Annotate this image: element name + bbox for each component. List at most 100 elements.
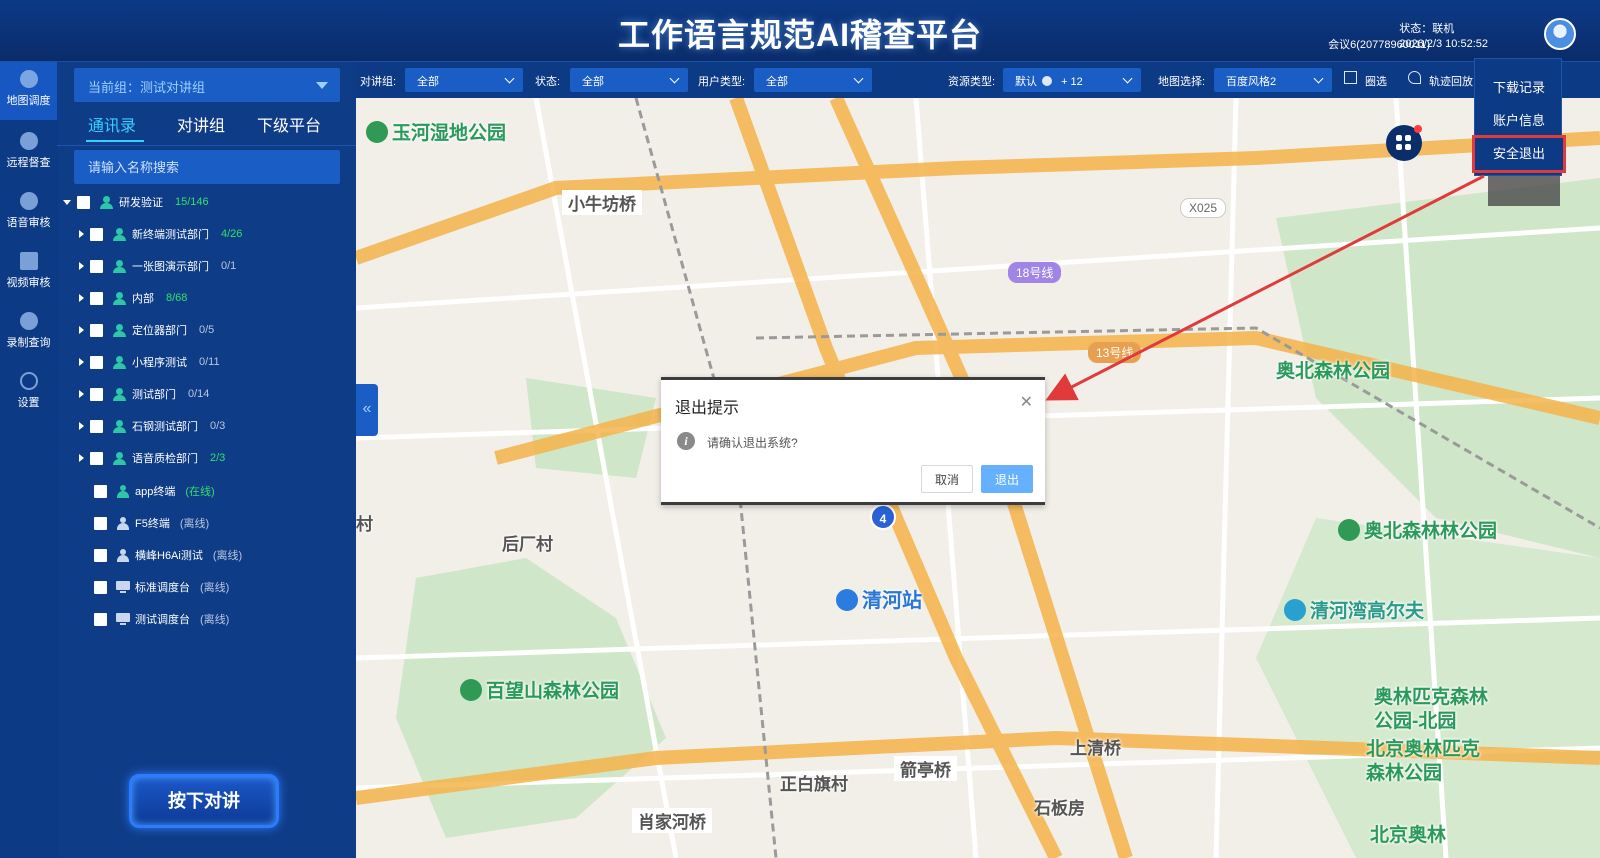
caret-right-icon[interactable] (79, 358, 84, 366)
caret-right-icon[interactable] (79, 422, 84, 430)
sidebar-tabs: 通讯录 对讲组 下级平台 (74, 108, 356, 144)
tree-group[interactable]: 新终端测试部门 4/26 (79, 224, 242, 244)
track-playback-icon[interactable] (1408, 71, 1421, 84)
nav-remote-inspect[interactable]: 远程督查 (0, 128, 57, 180)
checkbox[interactable] (90, 227, 103, 241)
mapstyle-filter-select[interactable]: 百度风格2 (1214, 68, 1332, 92)
account-dropdown-menu: 下载记录 账户信息 安全退出 (1472, 58, 1566, 176)
tree-group[interactable]: 语音质检部门 2/3 (79, 448, 225, 468)
tree-user[interactable]: F5终端 (离线) (94, 513, 209, 533)
tree-group[interactable]: 定位器部门 0/5 (79, 320, 214, 340)
divider (57, 145, 356, 146)
mapstyle-filter-label: 地图选择: (1158, 76, 1206, 88)
caret-right-icon[interactable] (79, 230, 84, 238)
logout-confirm-dialog: 退出提示 ✕ i 请确认退出系统? 取消 退出 (661, 377, 1045, 505)
caret-right-icon[interactable] (79, 326, 84, 334)
checkbox[interactable] (90, 355, 103, 369)
talkgroup-filter-select[interactable]: 全部 (405, 68, 523, 92)
status-filter-select[interactable]: 全部 (570, 68, 688, 92)
contacts-sidebar: 当前组：测试对讲组 通讯录 对讲组 下级平台 研发验证 15/146 新终端测试… (57, 62, 356, 858)
checkbox[interactable] (90, 451, 103, 465)
dispatch-console-icon (116, 612, 130, 626)
checkbox[interactable] (77, 195, 90, 209)
confirm-logout-button[interactable]: 退出 (981, 465, 1033, 493)
resource-filter-select[interactable]: 默认 + 12 (1003, 68, 1141, 92)
caret-right-icon[interactable] (79, 262, 84, 270)
close-icon[interactable]: ✕ (1020, 392, 1033, 412)
group-icon (112, 227, 128, 241)
push-to-talk-button[interactable]: 按下对讲 (129, 774, 279, 828)
menu-account-info[interactable]: 账户信息 (1475, 110, 1563, 129)
talkgroup-filter-label: 对讲组: (360, 76, 397, 88)
nav-label: 远程督查 (6, 157, 51, 169)
chevron-down-icon (1122, 73, 1133, 84)
menu-download-records[interactable]: 下载记录 (1475, 77, 1563, 96)
cancel-button[interactable]: 取消 (921, 465, 973, 493)
collapse-sidebar-button[interactable]: « (356, 384, 378, 436)
group-icon (112, 323, 128, 337)
menu-safe-logout[interactable]: 安全退出 (1472, 135, 1566, 173)
map-label-text: 清河站 (862, 590, 922, 612)
group-name: 一张图演示部门 (132, 261, 209, 273)
group-icon (99, 195, 115, 209)
tree-user[interactable]: app终端 (在线) (94, 481, 215, 501)
track-playback-link[interactable]: 轨迹回放 (1429, 73, 1473, 89)
group-name: 语音质检部门 (132, 453, 198, 465)
tree-user[interactable]: 测试调度台 (离线) (94, 609, 229, 629)
checkbox[interactable] (94, 484, 107, 498)
tab-contacts[interactable]: 通讯录 (88, 112, 136, 136)
checkbox[interactable] (90, 259, 103, 273)
caret-right-icon[interactable] (79, 454, 84, 462)
search-input[interactable] (74, 150, 340, 184)
usertype-filter-label: 用户类型: (698, 76, 746, 88)
checkbox[interactable] (90, 419, 103, 433)
usertype-filter-select[interactable]: 全部 (754, 68, 872, 92)
caret-down-icon[interactable] (63, 199, 71, 205)
nav-voice-review[interactable]: 语音审核 (0, 188, 57, 240)
nav-video-review[interactable]: 视频审核 (0, 248, 57, 300)
tree-group[interactable]: 小程序测试 0/11 (79, 352, 220, 372)
user-avatar[interactable] (1544, 18, 1576, 50)
nav-settings[interactable]: 设置 (0, 368, 57, 420)
connection-status: 状态：联机 2026/2/3 10:52:52 (1399, 22, 1488, 52)
status-filter-label: 状态: (535, 76, 561, 88)
caret-right-icon[interactable] (79, 294, 84, 302)
marker-cluster[interactable]: 4 (870, 504, 896, 530)
checkbox[interactable] (94, 612, 107, 626)
circle-select-link[interactable]: 圈选 (1365, 73, 1387, 89)
group-name: 测试部门 (132, 389, 176, 401)
top-header: 工作语言规范AI稽查平台 会议6(20778960011) 状态：联机 2026… (0, 0, 1600, 62)
current-group-select[interactable]: 当前组：测试对讲组 (74, 68, 340, 102)
tree-group[interactable]: 测试部门 0/14 (79, 384, 209, 404)
user-offline-icon (116, 548, 130, 562)
map-label: 上清桥 (1070, 739, 1121, 758)
tree-user[interactable]: 横峰H6Ai测试 (离线) (94, 545, 242, 565)
tab-talkgroups[interactable]: 对讲组 (177, 112, 225, 136)
checkbox[interactable] (90, 323, 103, 337)
checkbox[interactable] (90, 291, 103, 305)
group-count: 0/14 (188, 388, 210, 400)
tab-sub-platforms[interactable]: 下级平台 (257, 112, 321, 136)
user-name: app终端 (135, 486, 176, 498)
circle-select-icon[interactable] (1344, 71, 1357, 84)
chevron-down-icon (669, 73, 680, 84)
checkbox[interactable] (94, 548, 107, 562)
caret-right-icon[interactable] (79, 390, 84, 398)
map-label: 后厂村 (502, 535, 553, 554)
checkbox[interactable] (94, 580, 107, 594)
nav-label: 地图调度 (6, 95, 51, 107)
checkbox[interactable] (90, 387, 103, 401)
tree-user[interactable]: 标准调度台 (离线) (94, 577, 229, 597)
tree-root[interactable]: 研发验证 15/146 (63, 192, 209, 212)
apps-grid-button[interactable] (1386, 125, 1422, 161)
menu-shadow (1488, 176, 1560, 206)
checkbox[interactable] (94, 516, 107, 530)
tree-group[interactable]: 一张图演示部门 0/1 (79, 256, 236, 276)
chevron-down-icon (853, 73, 864, 84)
tree-group[interactable]: 内部 8/68 (79, 288, 187, 308)
group-name: 内部 (132, 293, 154, 305)
nav-record-query[interactable]: 录制查询 (0, 308, 57, 360)
user-offline-icon (116, 516, 130, 530)
tree-group[interactable]: 石钢测试部门 0/3 (79, 416, 225, 436)
nav-map-dispatch[interactable]: 地图调度 (0, 62, 57, 120)
